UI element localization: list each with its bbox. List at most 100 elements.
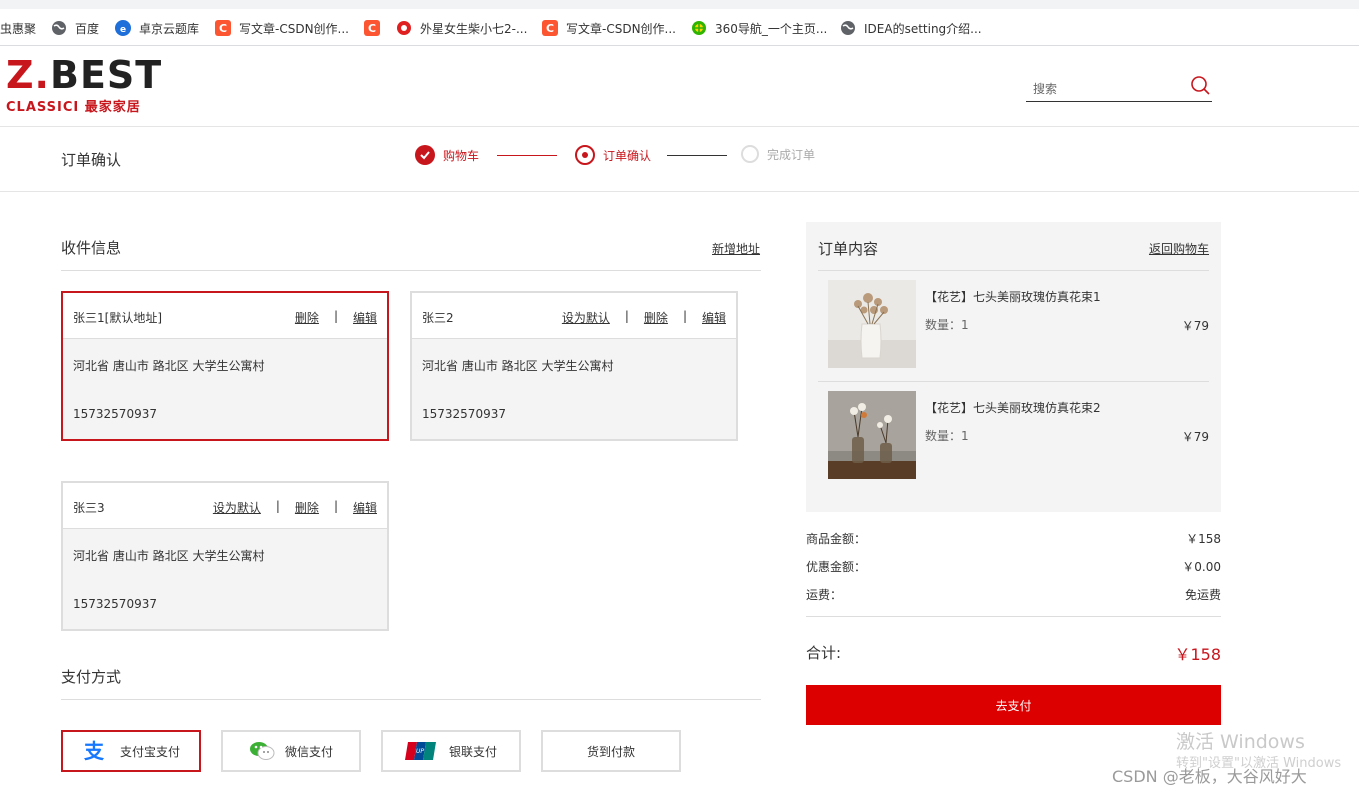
bookmark-item[interactable]: IDEA的setting介绍...	[840, 18, 982, 38]
pay-button[interactable]: 去支付	[806, 685, 1221, 725]
recipient-name: 张三2	[422, 311, 454, 325]
delete-address-link[interactable]: 删除	[295, 309, 319, 326]
edit-address-link[interactable]: 编辑	[702, 309, 726, 326]
bookmark-label: 卓京云题库	[139, 21, 200, 36]
pay-method-label: 微信支付	[284, 744, 333, 759]
summary-label: 运费：	[806, 588, 843, 602]
delete-address-link[interactable]: 删除	[295, 499, 319, 516]
pay-method-unionpay[interactable]: UP 银联支付	[381, 730, 521, 772]
phone-number: 15732570937	[73, 407, 157, 421]
product-price: ￥79	[1181, 319, 1209, 333]
alipay-icon: 支	[82, 740, 110, 762]
search-box[interactable]: 搜索	[1026, 74, 1212, 102]
svg-text:支: 支	[84, 740, 105, 762]
add-address-link[interactable]: 新增地址	[712, 240, 760, 257]
step-label: 购物车	[443, 148, 480, 163]
check-icon	[415, 145, 435, 165]
zhuojing-icon: e	[115, 20, 131, 36]
product-name[interactable]: 【花艺】七头美丽玫瑰仿真花束1	[925, 288, 1101, 305]
bookmark-label: 写文章-CSDN创作...	[566, 21, 676, 36]
summary-value: 免运费	[1184, 588, 1221, 602]
product-name[interactable]: 【花艺】七头美丽玫瑰仿真花束2	[925, 399, 1101, 416]
bookmark-item[interactable]: C 写文章-CSDN创作...	[215, 18, 349, 38]
address-card[interactable]: 张三2 设为默认 | 删除 | 编辑 河北省 唐山市 路北区 大学生公寓村 15…	[410, 291, 738, 441]
bookmark-item[interactable]: 百度	[51, 18, 99, 38]
pay-method-alipay[interactable]: 支 支付宝支付	[61, 730, 201, 772]
order-item: 【花艺】七头美丽玫瑰仿真花束1 数量：1 ￥79	[828, 280, 1209, 368]
globe-icon	[840, 20, 856, 36]
pending-step-icon	[741, 145, 759, 163]
bookmark-item[interactable]: 外星女生柴小七2-...	[396, 18, 527, 38]
360-icon	[691, 20, 707, 36]
bookmark-label: 360导航_一个主页...	[715, 21, 828, 36]
wechat-icon	[249, 740, 275, 762]
edit-address-link[interactable]: 编辑	[353, 309, 377, 326]
step-connector	[667, 155, 727, 156]
step-connector	[497, 155, 557, 156]
step-label: 订单确认	[603, 148, 652, 163]
bookmark-item[interactable]: e 卓京云题库	[115, 18, 199, 38]
bookmark-item[interactable]: C 写文章-CSDN创作...	[542, 18, 676, 38]
product-price: ￥79	[1181, 430, 1209, 444]
step-label: 完成订单	[767, 147, 816, 162]
product-image[interactable]	[828, 280, 916, 368]
address-card-header: 张三2 设为默认 | 删除 | 编辑	[412, 293, 736, 339]
shipping-row: 运费： 免运费	[806, 586, 1221, 603]
svg-text:e: e	[120, 25, 126, 35]
bookmark-item[interactable]: C	[364, 18, 388, 38]
logo[interactable]: Z.BEST	[6, 56, 162, 94]
delete-address-link[interactable]: 删除	[644, 309, 668, 326]
phone-number: 15732570937	[422, 407, 506, 421]
logo-subtitle: CLASSICI 最家家居	[6, 100, 141, 115]
browser-tab-strip	[0, 0, 1359, 9]
total-label: 合计:	[806, 644, 842, 662]
search-icon[interactable]	[1188, 74, 1212, 98]
unionpay-icon: UP	[404, 740, 439, 762]
bookmark-item[interactable]: 虫惠聚	[0, 18, 36, 38]
set-default-link[interactable]: 设为默认	[213, 499, 261, 516]
recipient-name: 张三1[默认地址]	[73, 311, 162, 325]
total-value: ￥158	[1174, 645, 1221, 664]
address-text: 河北省 唐山市 路北区 大学生公寓村	[422, 359, 614, 373]
bookmark-label: 百度	[75, 21, 100, 36]
step-cart: 购物车	[415, 145, 479, 165]
phone-number: 15732570937	[73, 597, 157, 611]
edit-address-link[interactable]: 编辑	[353, 499, 377, 516]
page-title: 订单确认	[61, 151, 122, 169]
bookmark-item[interactable]: 360导航_一个主页...	[691, 18, 827, 38]
address-actions: 设为默认 | 删除 | 编辑	[562, 309, 726, 326]
windows-activation-title: 激活 Windows	[1176, 731, 1305, 753]
product-qty: 数量：1	[925, 318, 969, 332]
site-header: Z.BEST CLASSICI 最家家居 搜索	[0, 46, 1359, 127]
csdn-watermark: CSDN @老板，大谷风好大	[1112, 767, 1307, 786]
address-card[interactable]: 张三3 设为默认 | 删除 | 编辑 河北省 唐山市 路北区 大学生公寓村 15…	[61, 481, 389, 631]
bookmark-label: IDEA的setting介绍...	[864, 21, 982, 36]
summary-label: 商品金额：	[806, 532, 867, 546]
pay-method-wechat[interactable]: 微信支付	[221, 730, 361, 772]
globe-icon	[51, 20, 67, 36]
address-card-header: 张三1[默认地址] 删除 | 编辑	[63, 293, 387, 339]
subtotal-row: 商品金额： ￥158	[806, 530, 1221, 547]
set-default-link[interactable]: 设为默认	[562, 309, 610, 326]
summary-value: ￥0.00	[1182, 560, 1221, 574]
search-input[interactable]: 搜索	[1033, 80, 1057, 97]
current-step-icon	[575, 145, 595, 165]
csdn-icon: C	[364, 20, 380, 36]
separator: |	[333, 309, 338, 323]
divider	[818, 381, 1209, 382]
pay-method-label: 银联支付	[448, 744, 497, 759]
back-to-cart-link[interactable]: 返回购物车	[1149, 240, 1209, 257]
address-section-title: 收件信息	[61, 239, 122, 257]
address-actions: 删除 | 编辑	[295, 309, 377, 326]
checkout-steps: 订单确认 购物车 订单确认 完成订单	[0, 127, 1359, 192]
csdn-icon: C	[542, 20, 558, 36]
address-card[interactable]: 张三1[默认地址] 删除 | 编辑 河北省 唐山市 路北区 大学生公寓村 157…	[61, 291, 389, 441]
divider	[61, 270, 761, 271]
product-image[interactable]	[828, 391, 916, 479]
step-complete: 完成订单	[741, 145, 815, 163]
order-item: 【花艺】七头美丽玫瑰仿真花束2 数量：1 ￥79	[828, 391, 1209, 479]
order-summary-panel: 订单内容 返回购物车 【花艺】七头美丽玫瑰仿真花束1 数量：1 ￥79 【花艺】…	[806, 222, 1221, 512]
pay-method-cod[interactable]: 货到付款	[541, 730, 681, 772]
divider	[61, 699, 761, 700]
bookmark-label: 虫惠聚	[0, 21, 37, 36]
